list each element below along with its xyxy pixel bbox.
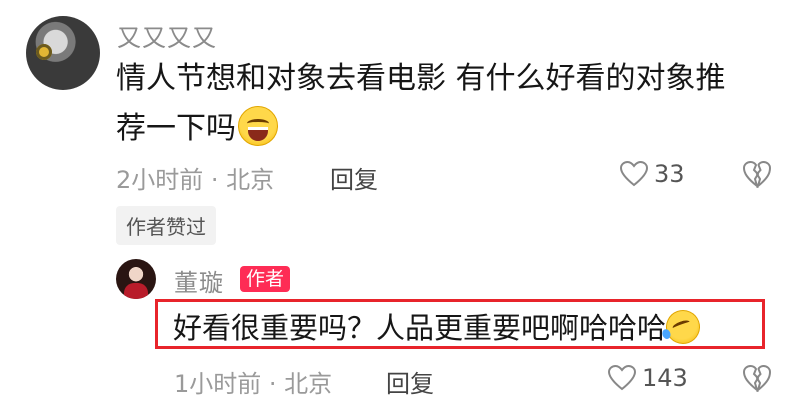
- comment-dislike-button[interactable]: [742, 160, 772, 192]
- heart-outline-icon: [620, 161, 648, 187]
- comment-text-line1: 情人节想和对象去看电影 有什么好看的对象推: [116, 61, 726, 96]
- broken-heart-icon: [742, 364, 772, 393]
- commenter-avatar[interactable]: [26, 16, 100, 90]
- avatar-figure: [124, 283, 148, 299]
- commenter-username[interactable]: 又又又又: [117, 18, 217, 53]
- comment-reply-button[interactable]: 回复: [330, 160, 378, 195]
- comment-like-button[interactable]: 33: [620, 160, 685, 188]
- author-badge: 作者: [240, 266, 291, 292]
- reply-reply-button[interactable]: 回复: [386, 364, 434, 399]
- broken-heart-icon: [742, 160, 772, 189]
- reply-author-username[interactable]: 董璇: [174, 263, 224, 298]
- heart-outline-icon: [608, 365, 636, 391]
- reply-time-location: 1小时前 · 北京: [174, 370, 333, 398]
- rolling-on-floor-laughing-emoji-icon: [661, 305, 705, 349]
- reply-text-content: 好看很重要吗？人品更重要吧啊哈哈哈: [173, 311, 667, 345]
- reply-like-count: 143: [642, 364, 688, 392]
- comment-text-line2: 荐一下吗: [116, 111, 236, 146]
- reply-dislike-button[interactable]: [742, 364, 772, 396]
- sunflower-decoration: [36, 44, 52, 60]
- reply-like-button[interactable]: 143: [608, 364, 688, 392]
- comment-text: 情人节想和对象去看电影 有什么好看的对象推 荐一下吗: [116, 54, 776, 154]
- comment-time-location: 2小时前 · 北京: [116, 166, 275, 194]
- author-liked-tag: 作者赞过: [116, 206, 216, 245]
- reply-author-avatar[interactable]: [116, 259, 156, 299]
- comment-like-count: 33: [654, 160, 685, 188]
- reply-text: 好看很重要吗？人品更重要吧啊哈哈哈: [173, 305, 705, 349]
- laughing-emoji-icon: [238, 106, 278, 146]
